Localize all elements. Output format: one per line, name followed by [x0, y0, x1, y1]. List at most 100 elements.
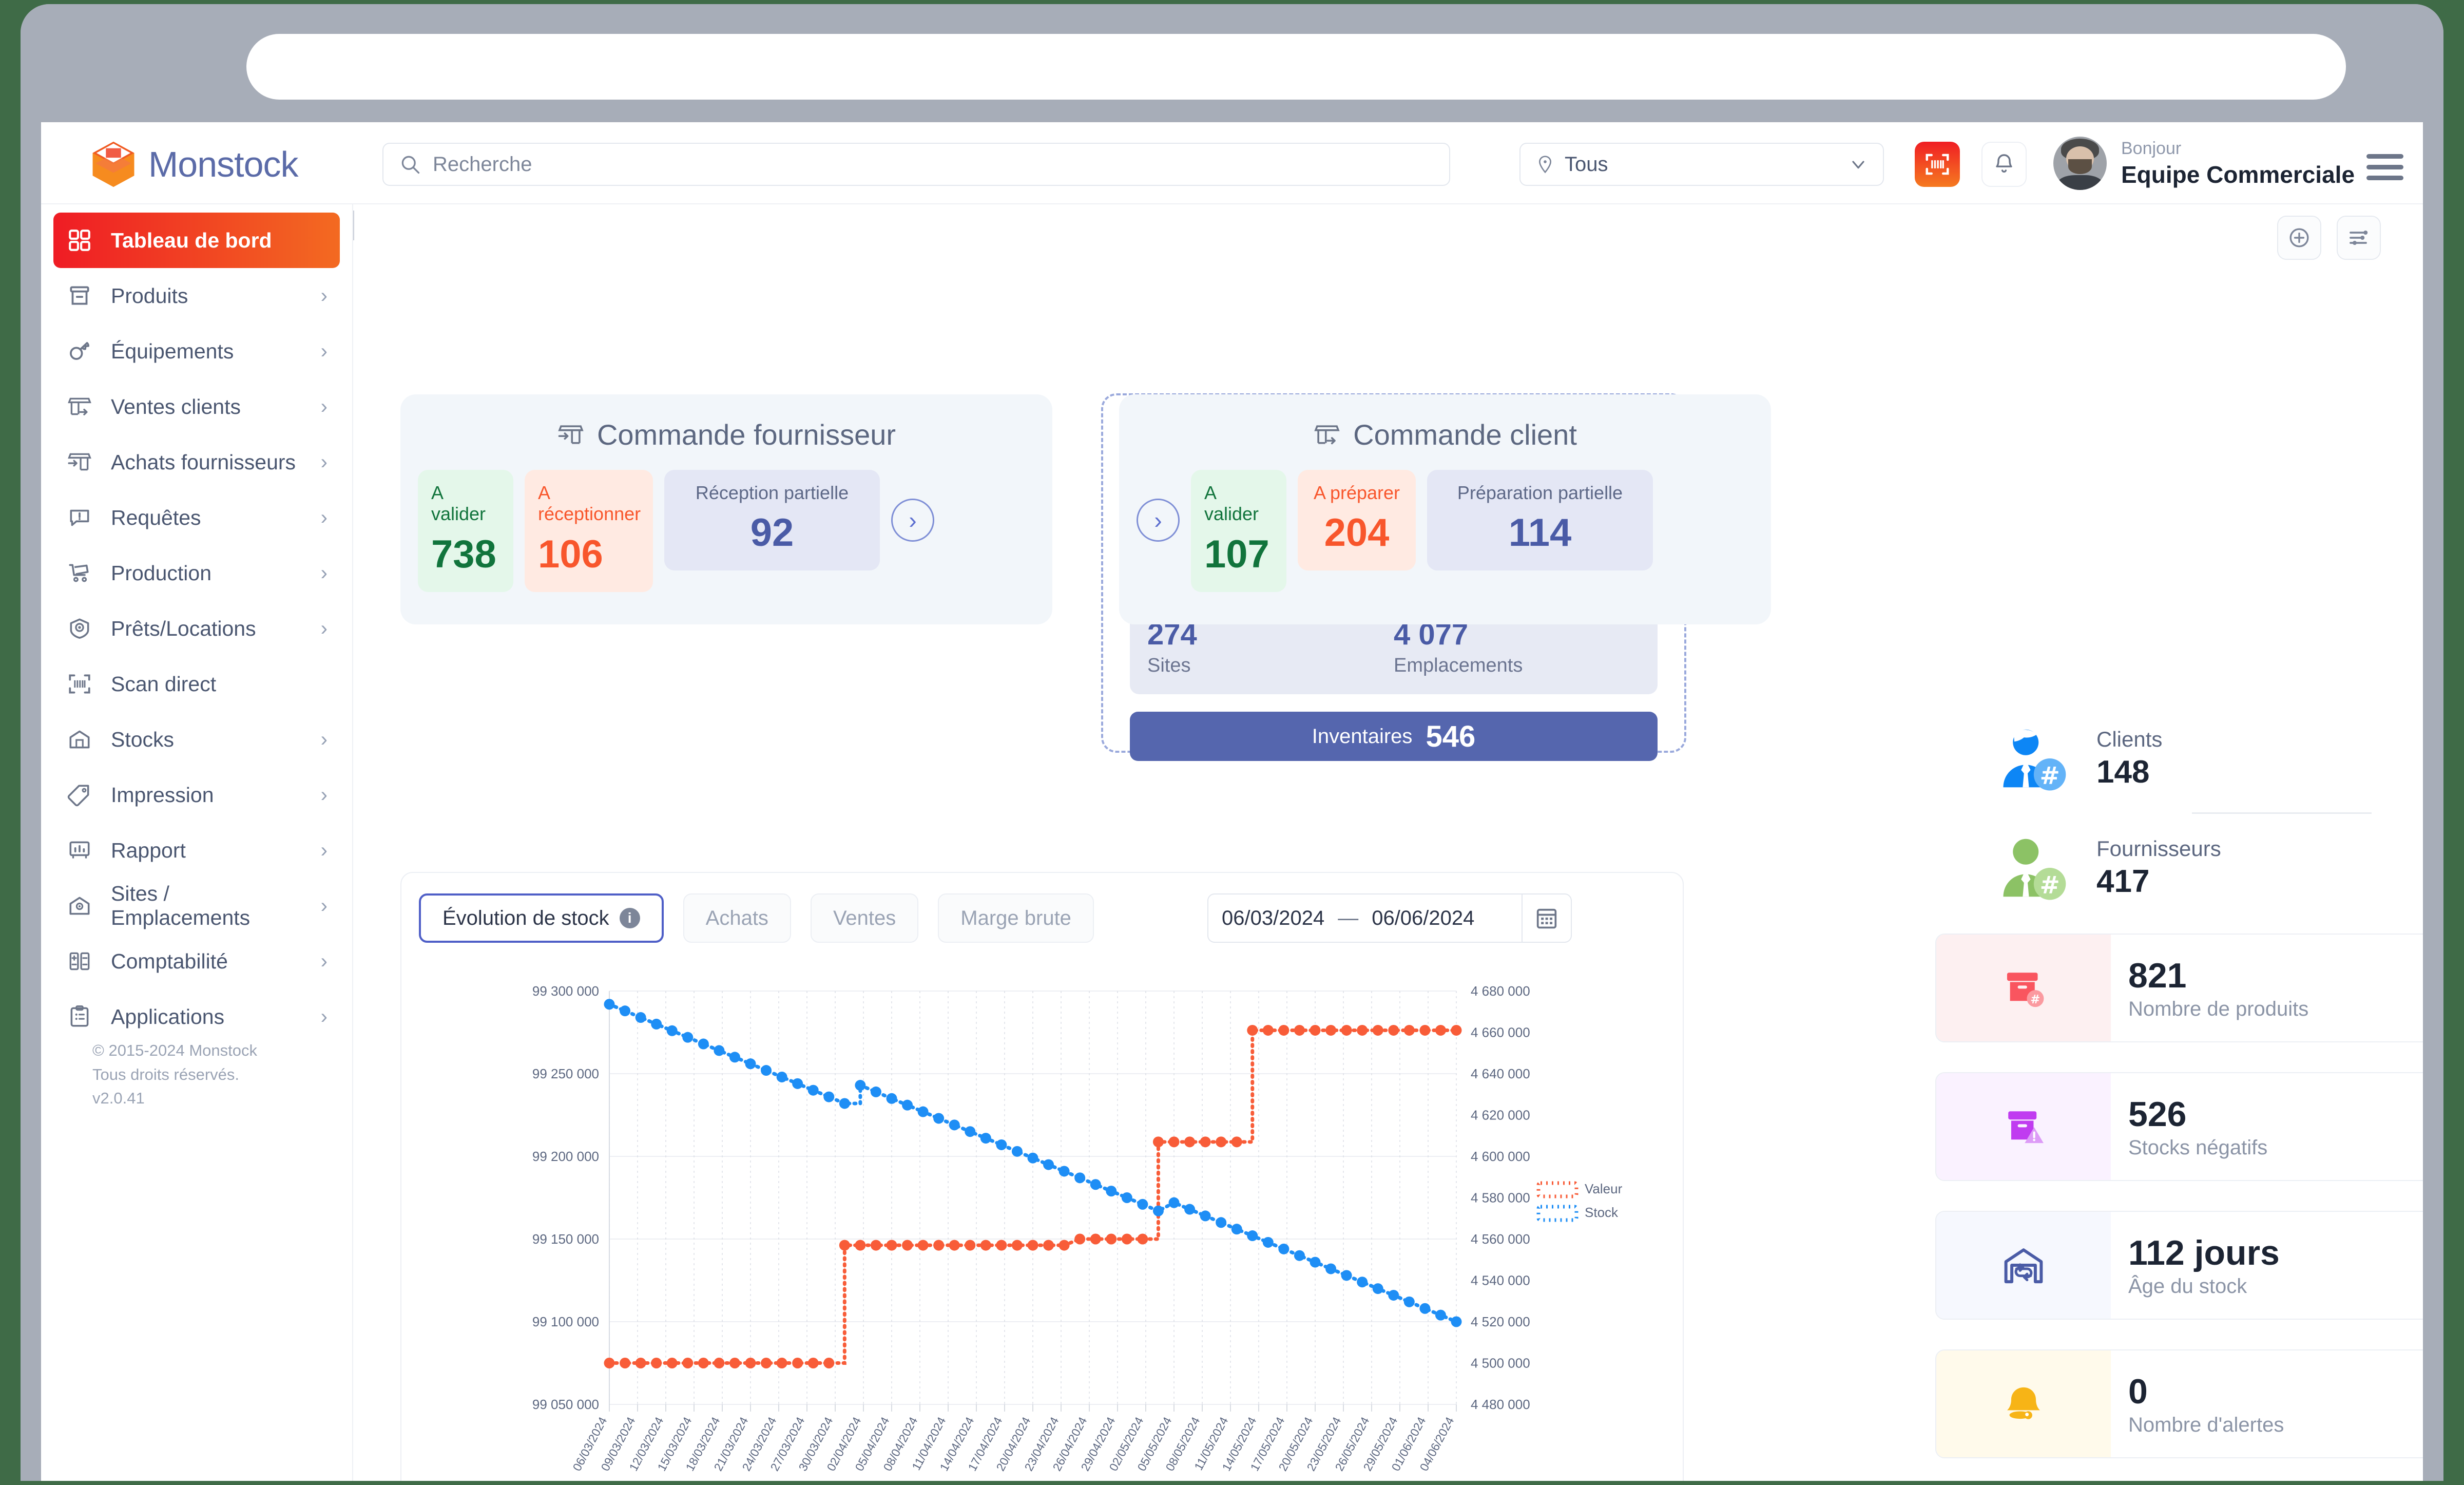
sidebar-item-ventes-clients[interactable]: Ventes clients › [41, 379, 352, 434]
sidebar-item-production[interactable]: Production › [41, 545, 352, 601]
app-logo[interactable]: Monstock [90, 140, 299, 189]
map-pin-home-icon [66, 892, 93, 920]
tile-a-valider[interactable]: A valider 107 [1191, 470, 1286, 592]
calculator-icon [66, 947, 93, 975]
browser-chrome [21, 4, 2443, 122]
tile-a-valider[interactable]: A valider 738 [418, 470, 513, 592]
supplier-next-button[interactable]: › [891, 499, 934, 542]
tab-ventes[interactable]: Ventes [810, 893, 919, 943]
stat-card-nombre-alertes[interactable]: 0 Nombre d'alertes [1935, 1349, 2423, 1458]
svg-text:99 150 000: 99 150 000 [532, 1231, 599, 1247]
user-profile[interactable]: Bonjour Equipe Commerciale [2053, 137, 2355, 190]
sidebar-item-label: Rapport [111, 838, 186, 862]
date-range-picker[interactable]: 06/03/2024 — 06/06/2024 [1207, 893, 1572, 943]
tab-evolution-de-stock[interactable]: Évolution de stock i [419, 893, 664, 943]
user-hash-green-icon: # [2003, 839, 2066, 900]
notifications-button[interactable] [1981, 142, 2027, 187]
sidebar-item-prets-locations[interactable]: Prêts/Locations › [41, 601, 352, 656]
svg-text:4 600 000: 4 600 000 [1471, 1149, 1530, 1164]
inventaires-button[interactable]: Inventaires 546 [1130, 712, 1658, 761]
kpi-sites: 274 Sites [1147, 617, 1394, 677]
kpi-emplacements: 4 077 Emplacements [1394, 617, 1640, 677]
date-from[interactable]: 06/03/2024 [1208, 907, 1338, 930]
copyright-line2: Tous droits réservés. [92, 1065, 239, 1083]
sidebar-item-label: Produits [111, 283, 188, 308]
tile-caption: Préparation partielle [1457, 482, 1623, 503]
global-search[interactable]: Recherche [382, 143, 1450, 186]
kpi-label: Emplacements [1394, 655, 1523, 676]
chart-y-axis-left: 99 050 000 99 100 000 99 150 000 99 200 000… [532, 983, 599, 1412]
stock-evolution-panel: Évolution de stock i Achats Ventes Marge… [400, 872, 1684, 1481]
sidebar-item-equipements[interactable]: Équipements › [41, 323, 352, 379]
warehouse-icon [66, 726, 93, 753]
site-filter-value: Tous [1565, 153, 1608, 176]
tile-a-preparer[interactable]: A préparer 204 [1298, 470, 1416, 571]
sidebar-item-comptabilite[interactable]: Comptabilité › [41, 934, 352, 989]
chart-tabs: Évolution de stock i Achats Ventes Marge… [419, 893, 1094, 943]
stat-card-stocks-negatifs[interactable]: 526 Stocks négatifs [1935, 1072, 2423, 1181]
svg-text:4 640 000: 4 640 000 [1471, 1066, 1530, 1081]
avatar [2053, 137, 2107, 190]
svg-text:99 200 000: 99 200 000 [532, 1149, 599, 1164]
sidebar-item-produits[interactable]: Produits › [41, 268, 352, 323]
supplier-orders-card: Commande fournisseur A valider 738 A réc… [400, 394, 1052, 624]
tab-marge-brute[interactable]: Marge brute [938, 893, 1094, 943]
logo-wordmark: Monstock [148, 144, 299, 184]
sidebar-item-impression[interactable]: Impression › [41, 767, 352, 823]
stat-card-age-du-stock[interactable]: 112 jours Âge du stock [1935, 1211, 2423, 1320]
site-filter-select[interactable]: Tous [1519, 143, 1884, 186]
sidebar-item-label: Achats fournisseurs [111, 450, 296, 474]
sidebar-item-label: Scan direct [111, 672, 217, 696]
people-row-clients[interactable]: # Clients 148 [1935, 708, 2423, 809]
sidebar-item-applications[interactable]: Applications › [41, 989, 352, 1044]
tag-icon [66, 781, 93, 809]
customer-orders-card: Commande client › A valider 107 A prépar… [1119, 394, 1771, 624]
inventaires-label: Inventaires [1312, 725, 1413, 748]
svg-text:#: # [2039, 871, 2059, 900]
url-bar[interactable] [246, 34, 2346, 100]
sidebar: Tableau de bord Produits › Équipements › [41, 204, 383, 1481]
barcode-scan-icon [66, 670, 93, 698]
chevron-right-icon: › [320, 617, 328, 640]
sidebar-item-tableau-de-bord[interactable]: Tableau de bord [53, 213, 340, 268]
wrench-icon [66, 337, 93, 365]
stat-label: Nombre de produits [2128, 997, 2309, 1020]
add-widget-button[interactable] [2277, 216, 2321, 260]
tile-reception-partielle[interactable]: Réception partielle 92 [664, 470, 880, 571]
sidebar-item-label: Sites / Emplacements [111, 882, 251, 929]
sidebar-item-rapport[interactable]: Rapport › [41, 823, 352, 878]
chart-legend: Valeur Stock [1536, 1181, 1623, 1222]
bell-icon [1936, 1350, 2111, 1457]
tile-value: 114 [1508, 511, 1572, 555]
dashboard-settings-button[interactable] [2337, 216, 2381, 260]
sidebar-item-sites-emplacements[interactable]: Sites / Emplacements › [41, 878, 352, 934]
stock-evolution-chart[interactable]: 99 050 000 99 100 000 99 150 000 99 200 000… [401, 976, 1685, 1481]
people-row-fournisseurs[interactable]: # Fournisseurs 417 [1935, 817, 2423, 919]
sidebar-item-stocks[interactable]: Stocks › [41, 712, 352, 767]
sidebar-item-requetes[interactable]: Requêtes › [41, 490, 352, 545]
tile-a-receptionner[interactable]: A réceptionner 106 [525, 470, 653, 592]
top-navbar: Monstock Recherche Tous Bonjour Equipe C… [41, 122, 2423, 204]
date-to[interactable]: 06/06/2024 [1358, 907, 1488, 930]
svg-text:Stock: Stock [1585, 1205, 1619, 1220]
svg-text:4 580 000: 4 580 000 [1471, 1190, 1530, 1206]
chevron-right-icon: › [320, 728, 328, 751]
people-value: 417 [2096, 863, 2150, 899]
info-icon[interactable]: i [619, 908, 640, 928]
scan-button[interactable] [1915, 142, 1960, 187]
people-value: 148 [2096, 754, 2150, 790]
calendar-icon[interactable] [1522, 894, 1571, 942]
sidebar-item-scan-direct[interactable]: Scan direct [41, 656, 352, 712]
chevron-right-icon: › [320, 284, 328, 307]
stat-card-nombre-de-produits[interactable]: # 821 Nombre de produits [1935, 934, 2423, 1042]
tile-caption: A préparer [1313, 482, 1400, 503]
menu-button[interactable] [2366, 154, 2403, 180]
customer-prev-button[interactable]: › [1137, 499, 1180, 542]
sidebar-item-achats-fournisseurs[interactable]: Achats fournisseurs › [41, 434, 352, 490]
tile-preparation-partielle[interactable]: Préparation partielle 114 [1427, 470, 1653, 571]
user-hash-blue-icon: # [2003, 729, 2066, 791]
people-summary: # Clients 148 # Fournisseurs 417 [1935, 708, 2423, 919]
tab-achats[interactable]: Achats [683, 893, 791, 943]
people-label: Fournisseurs [2096, 836, 2221, 861]
stat-label: Âge du stock [2128, 1274, 2247, 1298]
